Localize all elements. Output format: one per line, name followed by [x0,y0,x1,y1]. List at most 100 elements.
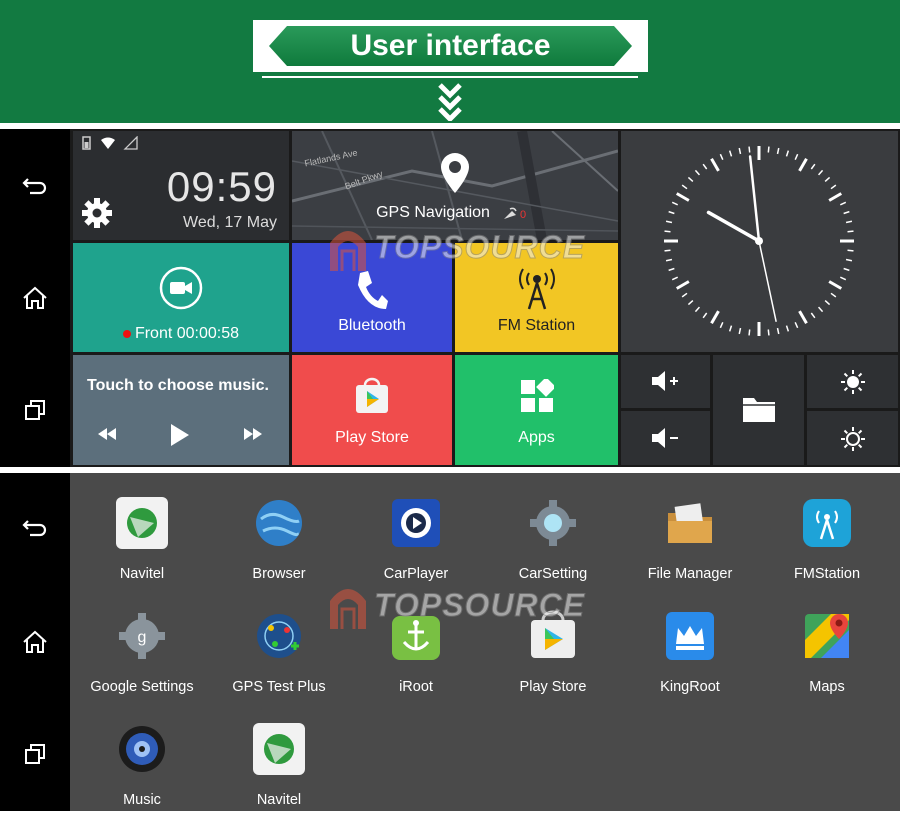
clock-minute-tick [668,210,675,215]
clock-time: 09:59 [166,163,277,210]
clock-hour-tick [828,280,843,290]
app-maps[interactable]: Maps [757,610,897,695]
svg-text:g: g [138,629,147,646]
fmstation-icon [803,499,851,547]
clock-hour-tick [798,157,808,172]
maps-icon [805,614,849,658]
app-navitel[interactable]: Navitel [209,723,349,808]
nav-bar [0,473,70,811]
clock-minute-tick [845,220,853,224]
clock-minute-tick [748,329,751,336]
clock-minute-tick [702,312,708,319]
clock-minute-tick [748,146,751,153]
file-manager-button[interactable] [713,355,804,465]
brightness-up-button[interactable] [807,355,898,408]
fast-forward-icon[interactable] [243,427,263,441]
volume-up-icon [652,371,678,391]
app-carplayer[interactable]: CarPlayer [346,497,486,582]
clock-hour-tick [828,192,843,202]
clock-minute-tick [817,306,824,313]
app-fmstation[interactable]: FMStation [757,497,897,582]
clock-minute-tick [847,230,854,233]
app-label: File Manager [647,566,733,582]
clock-minute-tick [785,150,790,157]
clock-minute-tick [840,201,847,206]
clock-hour-tick [710,310,720,325]
back-icon[interactable] [17,513,53,543]
app-label: FMStation [793,566,861,582]
banner-divider [262,76,638,78]
clock-minute-tick [830,184,837,190]
clock-minute-tick [681,292,688,298]
music-icon [119,726,165,772]
clock-minute-hand [748,155,761,243]
home-icon[interactable] [17,627,53,657]
clock-minute-tick [738,147,742,155]
apps-tile[interactable]: Apps [455,355,618,465]
play-store-label: Play Store [335,429,409,446]
app-navitel[interactable]: Navitel [72,497,212,582]
clock-minute-tick [671,276,678,281]
clock-minute-tick [776,327,780,335]
clock-minute-tick [719,153,724,160]
app-label: KingRoot [660,679,720,695]
app-label: Maps [809,679,845,695]
clock-minute-tick [767,329,770,336]
app-drawer-screen: Navitel Browser CarPlayer CarSetting Fil… [0,473,900,811]
clock-hour-tick [710,157,720,172]
clock-minute-tick [668,267,675,272]
volume-down-button[interactable] [621,411,710,465]
clock-minute-tick [681,184,688,190]
clock-minute-tick [664,230,671,233]
music-tile[interactable]: Touch to choose music. [73,355,289,465]
gps-test-icon [257,614,301,658]
clock-minute-tick [785,325,790,332]
analog-clock-tile[interactable] [621,131,898,352]
clock-hour-tick [675,192,690,202]
browser-icon [256,500,302,546]
recents-icon[interactable] [17,739,53,769]
clock-minute-tick [728,325,733,332]
clock-minute-tick [817,169,824,176]
home-icon[interactable] [17,283,53,313]
clock-minute-tick [794,322,799,329]
volume-up-button[interactable] [621,355,710,408]
app-label: Navitel [256,792,302,808]
bluetooth-label: Bluetooth [338,317,406,334]
music-prompt: Touch to choose music. [87,377,269,394]
clock-minute-tick [694,169,701,176]
watermark-text: TOPSOURCE [373,229,586,266]
satellite-icon: 0 [504,207,526,221]
brightness-up-icon [841,370,865,394]
rewind-icon[interactable] [97,427,117,441]
video-camera-icon [159,266,203,310]
app-google-settings[interactable]: g Google Settings [72,610,212,695]
app-music[interactable]: Music [72,723,212,808]
clock-minute-tick [687,176,694,183]
dashcam-tile[interactable]: Front 00:00:58 [73,243,289,352]
kingroot-icon [666,612,714,660]
app-carsetting[interactable]: CarSetting [483,497,623,582]
recents-icon[interactable] [17,395,53,425]
clock-hour-tick [675,280,690,290]
watermark-text: TOPSOURCE [373,587,586,624]
clock-minute-tick [687,299,694,306]
play-icon[interactable] [169,423,191,447]
back-icon[interactable] [17,171,53,201]
app-kingroot[interactable]: KingRoot [620,610,760,695]
brightness-down-button[interactable] [807,411,898,465]
navitel-icon [253,723,305,775]
file-manager-icon [668,503,712,543]
clock-minute-tick [728,150,733,157]
clock-minute-tick [810,163,816,170]
app-browser[interactable]: Browser [209,497,349,582]
clock-hour-hand [706,210,761,243]
play-store-tile[interactable]: Play Store [292,355,452,465]
gear-icon[interactable] [81,197,113,229]
app-label: GPS Test Plus [232,679,326,695]
page-title: User interface [350,29,551,62]
app-file-manager[interactable]: File Manager [620,497,760,582]
clock-minute-tick [776,147,780,155]
digital-clock-tile[interactable]: 09:59 Wed, 17 May [73,131,289,240]
clock-minute-tick [843,210,850,215]
